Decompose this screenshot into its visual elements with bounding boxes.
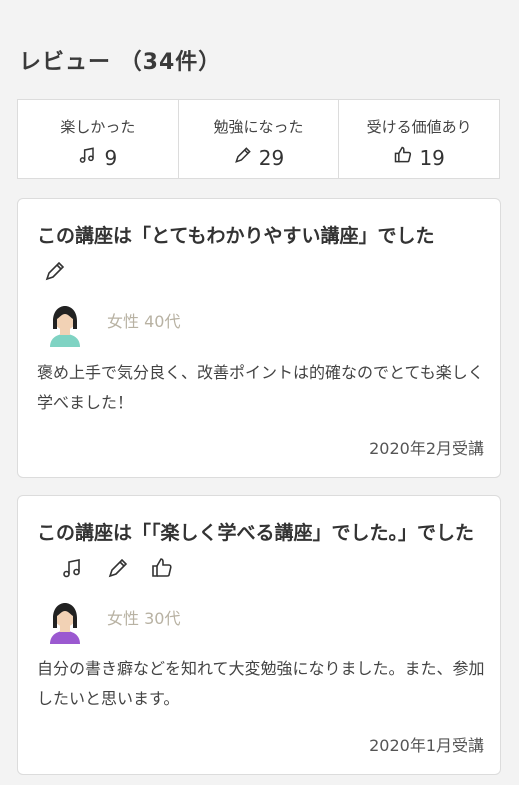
- stat-learned: 勉強になった 29: [179, 100, 340, 178]
- stat-worth-value: 19: [419, 145, 445, 170]
- avatar: [40, 297, 90, 347]
- avatar: [40, 594, 90, 644]
- review-card: この講座は「「楽しく学べる講座」でした。」でした 女性 30代 自分の書き癖など…: [17, 495, 501, 775]
- pencil-icon: [106, 556, 130, 580]
- thumbs-up-icon: [150, 556, 174, 580]
- stat-fun-label: 楽しかった: [60, 118, 136, 136]
- reviews-page: レビュー （34件） 楽しかった 9 勉強になった 29 受ける価値あり 19 …: [0, 0, 519, 785]
- review-title: この講座は「とてもわかりやすい講座」でした: [37, 219, 487, 287]
- review-body: 褒め上手で気分良く、改善ポイントは的確なのでとても楽しく学べました！: [37, 363, 484, 412]
- pencil-icon: [43, 259, 67, 283]
- stat-fun-value: 9: [104, 145, 118, 170]
- music-note-icon: [78, 145, 98, 170]
- course-date: 2020年1月受講: [369, 736, 484, 755]
- review-title-text: この講座は「とてもわかりやすい講座」でした: [37, 225, 435, 247]
- thumbs-up-icon: [393, 145, 413, 170]
- review-title-text: この講座は「「楽しく学べる講座」でした。」でした: [37, 522, 475, 544]
- pencil-icon: [233, 145, 253, 170]
- review-card: この講座は「とてもわかりやすい講座」でした 女性 40代 褒め上手で気分良く、改…: [17, 198, 501, 478]
- reviewer-info: 女性 40代: [107, 312, 181, 331]
- review-body: 自分の書き癖などを知れて大変勉強になりました。また、参加したいと思います。: [37, 659, 485, 708]
- review-stats: 楽しかった 9 勉強になった 29 受ける価値あり 19: [17, 99, 500, 179]
- page-title: レビュー （34件）: [19, 50, 222, 75]
- stat-worth: 受ける価値あり 19: [339, 100, 499, 178]
- course-date: 2020年2月受講: [369, 439, 484, 458]
- stat-learned-label: 勉強になった: [213, 118, 304, 136]
- stat-fun: 楽しかった 9: [18, 100, 179, 178]
- music-note-icon: [61, 556, 85, 580]
- review-title: この講座は「「楽しく学べる講座」でした。」でした: [37, 516, 487, 584]
- stat-learned-value: 29: [258, 145, 285, 170]
- reviewer-info: 女性 30代: [107, 609, 181, 628]
- stat-worth-label: 受ける価値あり: [366, 118, 472, 136]
